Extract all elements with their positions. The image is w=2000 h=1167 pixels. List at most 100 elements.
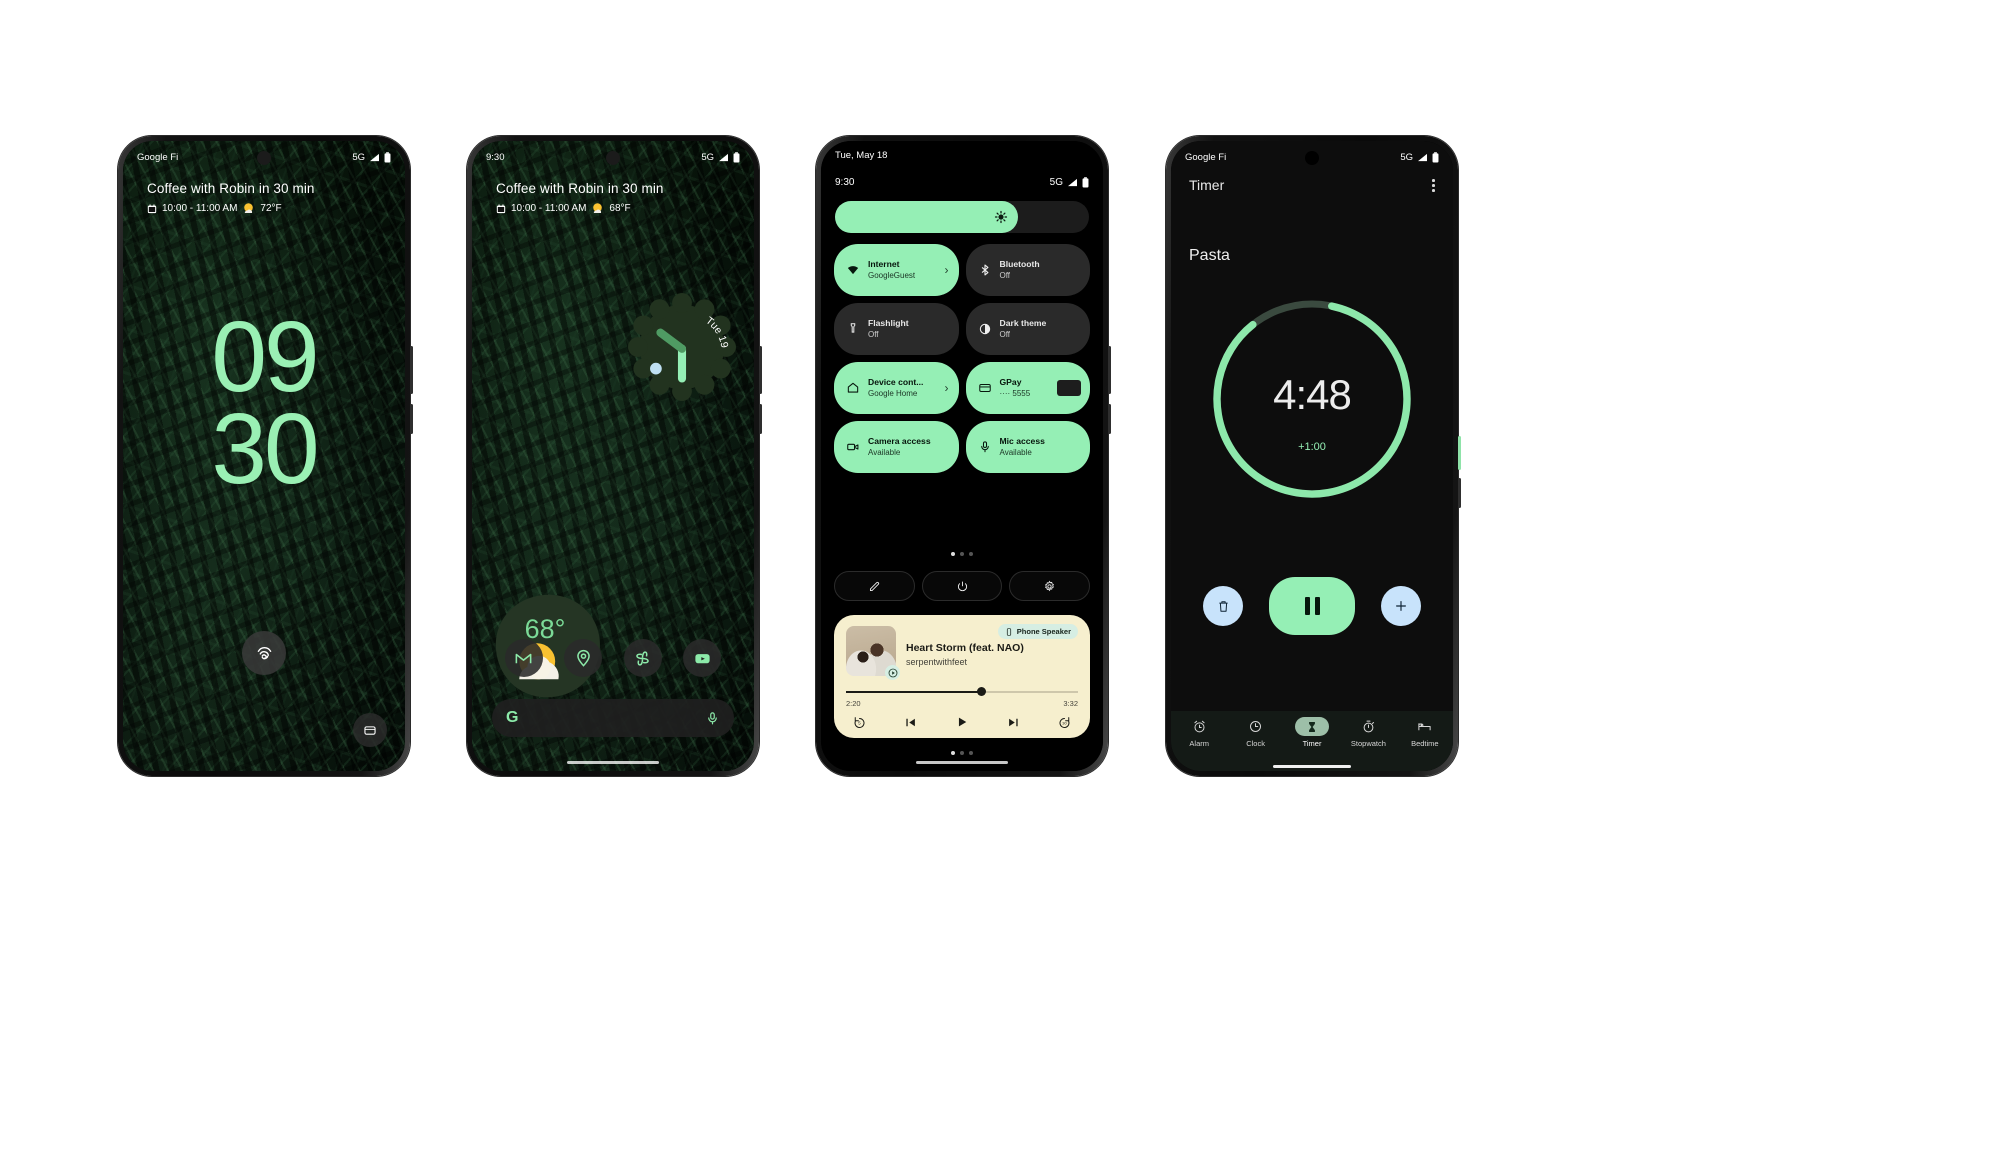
add-timer-button[interactable] xyxy=(1381,586,1421,626)
edit-button[interactable] xyxy=(834,571,915,601)
page-dot[interactable] xyxy=(969,751,973,755)
camera-icon xyxy=(847,443,859,451)
page-dot[interactable] xyxy=(969,552,973,556)
nav-item-clock[interactable]: Clock xyxy=(1227,717,1283,748)
nav-item-timer[interactable]: Timer xyxy=(1284,717,1340,748)
tile-mic-access[interactable]: Mic access Available xyxy=(965,421,1090,473)
mic-icon xyxy=(980,441,989,453)
dock-app-gmail[interactable] xyxy=(504,639,543,677)
page-dot[interactable] xyxy=(951,552,955,556)
wallet-icon[interactable] xyxy=(353,713,387,747)
gesture-navigation-bar[interactable] xyxy=(1273,765,1351,768)
nav-label: Stopwatch xyxy=(1350,739,1386,748)
pencil-icon xyxy=(869,581,879,591)
page-dot[interactable] xyxy=(960,751,964,755)
network-type-label: 5G xyxy=(1049,177,1063,188)
fingerprint-icon[interactable] xyxy=(242,631,286,675)
nav-label: Clock xyxy=(1246,739,1265,748)
total-duration: 3:32 xyxy=(1063,699,1078,708)
settings-button[interactable] xyxy=(1009,571,1091,601)
wifi-icon xyxy=(847,266,859,275)
media-header: Phone Speaker Heart Storm (feat. NAO) se… xyxy=(846,624,1078,680)
tile-label: Internet xyxy=(868,258,900,269)
weather-temp: 72°F xyxy=(260,203,282,214)
tile-bluetooth[interactable]: Bluetooth Off xyxy=(965,244,1090,296)
timer-remaining: 4:48 xyxy=(1273,371,1352,419)
nav-label: Timer xyxy=(1302,739,1322,748)
gear-icon xyxy=(1045,580,1055,591)
analog-clock-widget[interactable]: Tue 19 xyxy=(628,293,736,401)
chevron-right-icon[interactable]: › xyxy=(945,263,949,277)
next-button[interactable] xyxy=(1006,715,1021,730)
tile-sublabel: Available xyxy=(868,447,901,457)
power-button[interactable] xyxy=(921,571,1003,601)
dock-app-photos[interactable] xyxy=(623,639,662,677)
smartspace-card[interactable]: Coffee with Robin in 30 min 10:00 - 11:0… xyxy=(123,181,405,215)
seek-handle[interactable] xyxy=(976,687,986,696)
media-controls: 5 30 xyxy=(846,708,1078,730)
svg-text:30: 30 xyxy=(1062,720,1067,725)
chevron-right-icon[interactable]: › xyxy=(945,381,949,395)
tile-gpay[interactable]: GPay ···· 5555 xyxy=(965,362,1090,414)
mic-icon[interactable] xyxy=(705,711,720,726)
status-icons: 5G xyxy=(1050,177,1089,188)
media-seek-bar[interactable] xyxy=(846,687,1078,697)
app-source-badge[interactable] xyxy=(885,665,900,680)
brightness-icon xyxy=(994,210,1007,224)
brightness-slider[interactable] xyxy=(835,201,1089,233)
volume-side-button[interactable] xyxy=(1458,478,1461,508)
volume-side-button[interactable] xyxy=(1108,404,1111,434)
power-side-button[interactable] xyxy=(1108,346,1111,394)
page-dot[interactable] xyxy=(960,552,964,556)
event-time-range: 10:00 - 11:00 AM xyxy=(162,203,238,214)
tile-flashlight[interactable]: Flashlight Off xyxy=(834,303,959,355)
rewind-5-button[interactable]: 5 xyxy=(852,715,867,730)
quick-settings-tiles: Internet GoogleGuest › Bluetooth Off Fla… xyxy=(834,244,1090,473)
tile-label: Camera access xyxy=(868,435,931,446)
dock-app-maps[interactable] xyxy=(564,639,603,677)
status-time: 9:30 xyxy=(835,177,855,188)
nav-item-stopwatch[interactable]: Stopwatch xyxy=(1340,717,1396,748)
smartspace-card[interactable]: Coffee with Robin in 30 min 10:00 - 11:0… xyxy=(472,181,754,215)
tile-device-controls[interactable]: Device cont... Google Home › xyxy=(834,362,959,414)
tile-sublabel: Google Home xyxy=(868,388,918,398)
power-side-button[interactable] xyxy=(1458,436,1461,470)
power-side-button[interactable] xyxy=(759,346,762,394)
play-button[interactable] xyxy=(954,714,970,730)
output-device-chip[interactable]: Phone Speaker xyxy=(997,624,1078,639)
tile-camera-access[interactable]: Camera access Available xyxy=(834,421,959,473)
delete-timer-button[interactable] xyxy=(1203,586,1243,626)
gesture-navigation-bar[interactable] xyxy=(567,761,659,764)
nav-item-bedtime[interactable]: Bedtime xyxy=(1397,717,1453,748)
page-dot[interactable] xyxy=(951,751,955,755)
status-icons: 5G xyxy=(352,152,391,163)
tile-label: GPay xyxy=(999,376,1022,387)
previous-button[interactable] xyxy=(903,715,918,730)
bed-icon xyxy=(1408,717,1442,736)
battery-icon xyxy=(384,151,391,162)
signal-icon xyxy=(370,153,379,161)
tile-dark-theme[interactable]: Dark theme Off xyxy=(965,303,1090,355)
contrast-icon xyxy=(979,323,990,335)
pause-timer-button[interactable] xyxy=(1269,577,1355,635)
volume-side-button[interactable] xyxy=(759,404,762,434)
calendar-icon xyxy=(147,204,157,213)
timer-add-minute-label: +1:00 xyxy=(1298,441,1326,453)
nav-item-alarm[interactable]: Alarm xyxy=(1171,717,1227,748)
gesture-navigation-bar[interactable] xyxy=(916,761,1008,764)
power-side-button[interactable] xyxy=(410,346,413,394)
tile-internet[interactable]: Internet GoogleGuest › xyxy=(834,244,959,296)
forward-30-button[interactable]: 30 xyxy=(1057,715,1072,730)
carrier-label: Google Fi xyxy=(137,151,179,163)
volume-side-button[interactable] xyxy=(410,404,413,434)
tile-sublabel: Off xyxy=(999,329,1011,339)
tile-label: Dark theme xyxy=(999,317,1047,328)
event-time-range: 10:00 - 11:00 AM xyxy=(511,203,587,214)
bottom-navigation: Alarm Clock Timer Stopwatch Bedtime xyxy=(1171,711,1453,771)
google-search-bar[interactable]: G xyxy=(492,699,734,737)
overflow-menu-icon[interactable] xyxy=(1428,175,1439,196)
dock-app-youtube[interactable] xyxy=(683,639,722,677)
phone-2-screen: 9:30 5G Coffee with Robin in 30 min 10:0… xyxy=(472,141,754,771)
tile-label: Mic access xyxy=(999,435,1045,446)
tile-label: Device cont... xyxy=(868,376,924,387)
